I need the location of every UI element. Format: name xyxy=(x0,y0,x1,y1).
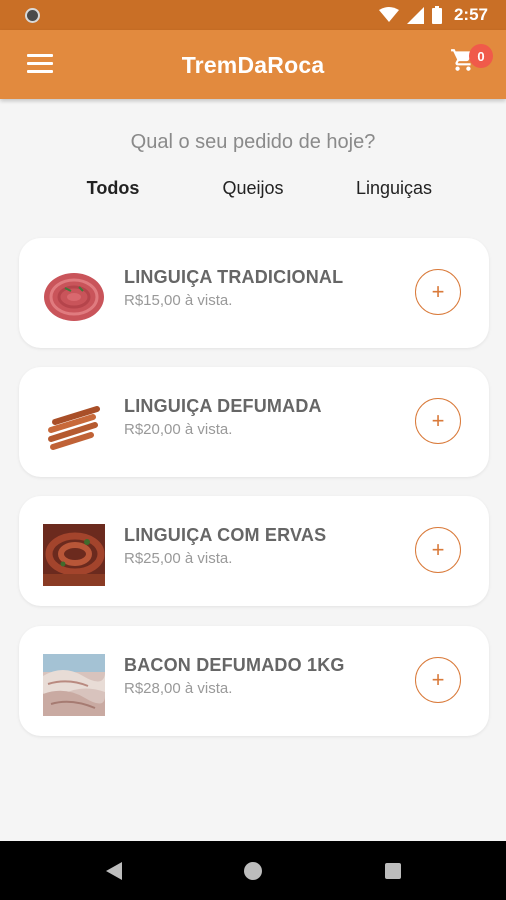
add-to-cart-button[interactable]: + xyxy=(415,657,461,703)
product-name: LINGUIÇA COM ERVAS xyxy=(124,525,327,545)
app-bar: TremDaRoca xyxy=(0,30,506,99)
add-to-cart-button[interactable]: + xyxy=(415,527,461,573)
notification-dot-icon xyxy=(25,8,40,23)
system-nav-bar xyxy=(0,841,506,900)
status-time: 2:57 xyxy=(453,5,488,24)
product-name: LINGUIÇA DEFUMADA xyxy=(124,396,322,416)
tab-todos[interactable]: Todos xyxy=(87,178,140,199)
cart-count-badge: 0 xyxy=(469,44,493,68)
status-icons: 2:57 xyxy=(378,5,488,25)
wifi-icon xyxy=(378,7,399,22)
smoked-bacon-photo xyxy=(43,654,105,716)
add-to-cart-button[interactable]: + xyxy=(415,269,461,315)
product-price: R$20,00 à vista. xyxy=(124,421,233,438)
product-name: BACON DEFUMADO 1KG xyxy=(124,655,345,675)
product-name: LINGUIÇA TRADICIONAL xyxy=(124,267,344,287)
product-card[interactable]: LINGUIÇA COM ERVAS R$25,00 à vista. + xyxy=(19,496,489,606)
add-to-cart-button[interactable]: + xyxy=(415,398,461,444)
product-price: R$28,00 à vista. xyxy=(124,680,233,697)
tab-queijos[interactable]: Queijos xyxy=(222,178,283,199)
product-card[interactable]: BACON DEFUMADO 1KG R$28,00 à vista. + xyxy=(19,626,489,736)
page-question: Qual o seu pedido de hoje? xyxy=(130,131,376,153)
recents-icon[interactable] xyxy=(385,863,401,879)
sausage-coil-image xyxy=(44,273,104,321)
herb-sausage-photo xyxy=(43,524,105,586)
status-bar: 2:57 xyxy=(0,0,506,30)
product-card[interactable]: LINGUIÇA TRADICIONAL R$15,00 à vista. + xyxy=(19,238,489,348)
home-icon[interactable] xyxy=(244,862,262,880)
back-icon[interactable] xyxy=(106,862,122,880)
battery-icon xyxy=(431,6,442,24)
tab-linguicas[interactable]: Linguiças xyxy=(356,178,432,199)
category-tabs: Todos Queijos Linguiças xyxy=(0,178,506,204)
product-card[interactable]: LINGUIÇA DEFUMADA R$20,00 à vista. + xyxy=(19,367,489,477)
smoked-sausage-sticks-image xyxy=(48,406,100,450)
app-title: TremDaRoca xyxy=(181,52,325,78)
product-price: R$25,00 à vista. xyxy=(124,550,233,567)
product-price: R$15,00 à vista. xyxy=(124,292,233,309)
signal-icon xyxy=(406,6,424,24)
